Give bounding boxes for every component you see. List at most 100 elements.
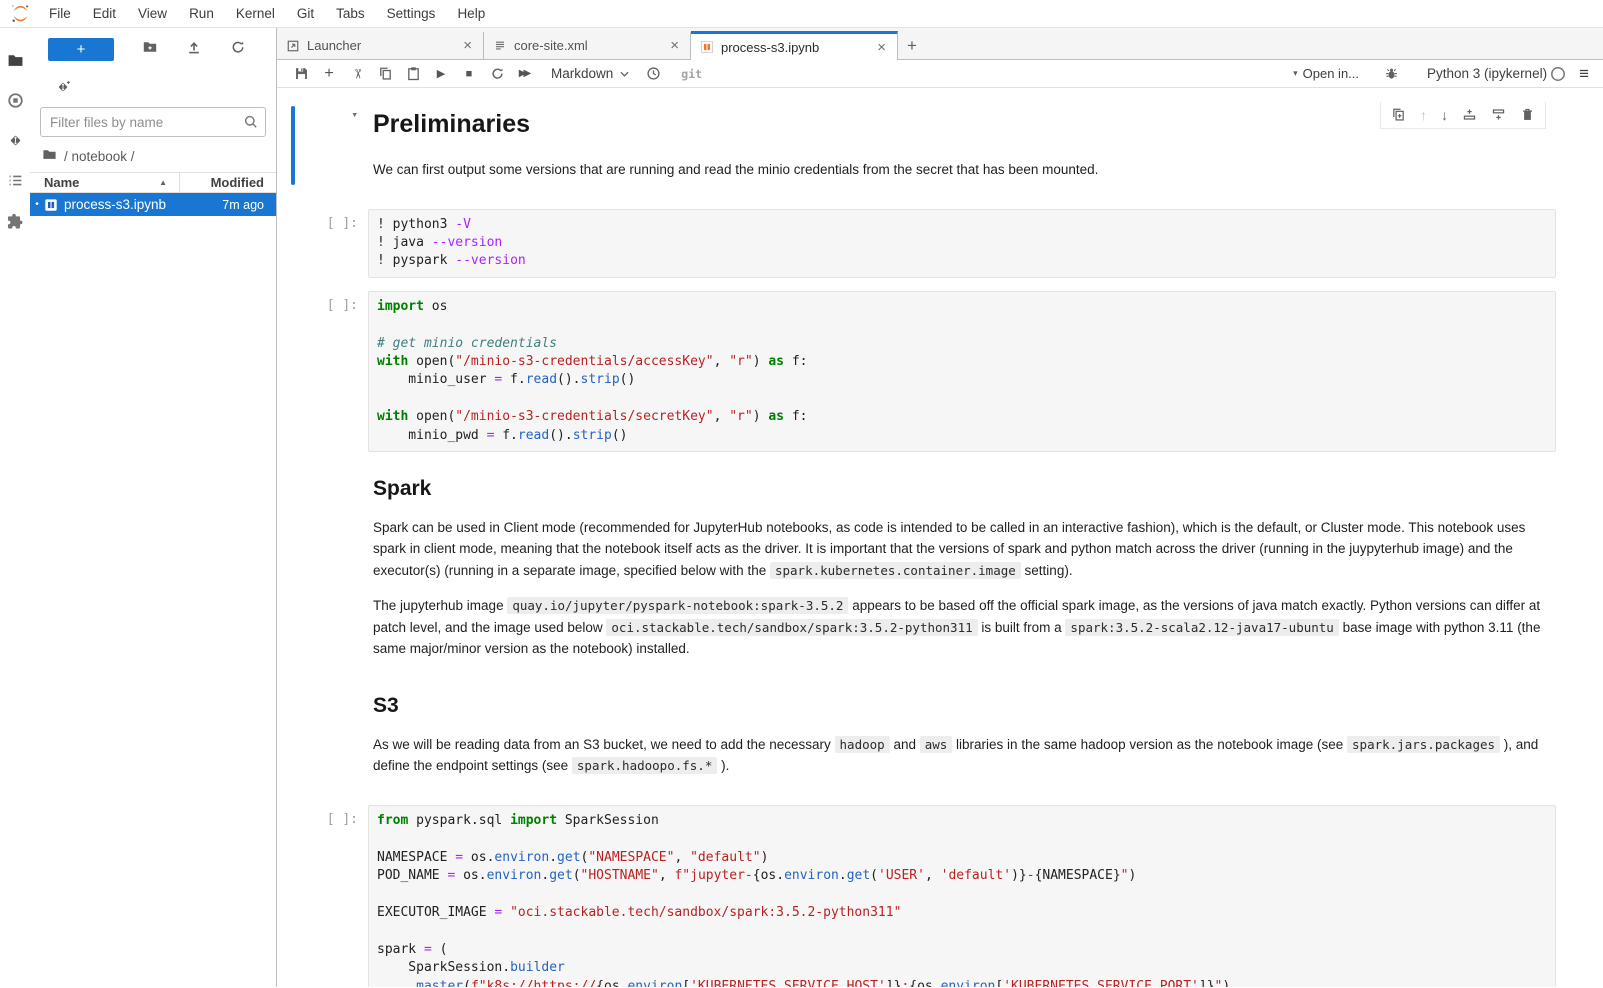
paragraph-s3-1: As we will be reading data from an S3 bu… <box>373 734 1556 777</box>
insert-cell-above-icon[interactable] <box>1462 107 1477 122</box>
move-cell-down-icon[interactable]: ↓ <box>1441 108 1448 122</box>
save-icon[interactable] <box>287 60 315 88</box>
paragraph-spark-1: Spark can be used in Client mode (recomm… <box>373 517 1556 582</box>
cell-prompt-area <box>291 688 368 791</box>
folder-icon <box>42 147 57 165</box>
file-modified: 7m ago <box>222 198 276 212</box>
running-sessions-icon[interactable] <box>0 80 30 120</box>
tab-process-s3-ipynb[interactable]: process-s3.ipynb × <box>691 31 898 60</box>
new-launcher-button[interactable]: + <box>48 38 114 61</box>
paste-cells-icon[interactable] <box>399 60 427 88</box>
file-list-header: Name ▲ Modified <box>30 172 276 193</box>
file-browser-toolbar: + <box>30 28 276 61</box>
code-cell-versions: [ ]: ! python3 -V! java --version! pyspa… <box>291 209 1556 278</box>
file-browser-icon[interactable] <box>0 40 30 80</box>
cell-toolbar: ↑ ↓ <box>1380 102 1546 129</box>
file-text-icon <box>493 39 507 53</box>
code-cell-spark-session: [ ]: from pyspark.sql import SparkSessio… <box>291 805 1556 987</box>
notebook-file-icon <box>44 198 58 212</box>
heading-spark: Spark <box>373 477 1556 501</box>
duplicate-cell-icon[interactable] <box>1391 107 1406 122</box>
left-activity-bar <box>0 28 30 987</box>
code-editor-versions[interactable]: ! python3 -V! java --version! pyspark --… <box>368 209 1556 278</box>
add-tab-button[interactable]: + <box>907 37 917 54</box>
new-folder-icon[interactable] <box>142 39 158 60</box>
open-in-dropdown[interactable]: ▾ Open in... <box>1293 66 1359 81</box>
cell-collapser-icon[interactable]: ▾ <box>351 108 358 121</box>
file-row-selected[interactable]: • process-s3.ipynb 7m ago <box>30 193 276 216</box>
file-name: process-s3.ipynb <box>64 197 222 212</box>
copy-cells-icon[interactable] <box>371 60 399 88</box>
dock-tab-bar: Launcher × core-site.xml × process-s3.ip… <box>277 28 1603 60</box>
paragraph-spark-2: The jupyterhub image quay.io/jupyter/pys… <box>373 595 1556 660</box>
extensions-icon[interactable] <box>0 200 30 240</box>
cell-prompt-area: ▾ <box>291 100 368 195</box>
column-name[interactable]: Name ▲ <box>30 173 180 192</box>
cell-prompt: [ ]: <box>291 291 368 452</box>
restart-kernel-icon[interactable] <box>483 60 511 88</box>
menu-settings[interactable]: Settings <box>376 6 447 21</box>
cell-prompt-area <box>291 465 368 674</box>
cell-type-dropdown[interactable]: Markdown <box>551 66 629 81</box>
execution-time-icon[interactable] <box>639 60 667 88</box>
menu-file[interactable]: File <box>38 6 82 21</box>
menu-help[interactable]: Help <box>446 6 496 21</box>
file-browser-panel: + <box>30 28 277 987</box>
tab-launcher[interactable]: Launcher × <box>277 32 484 59</box>
upload-icon[interactable] <box>186 39 202 60</box>
menu-view[interactable]: View <box>127 6 178 21</box>
git-clone-row <box>30 61 276 95</box>
search-icon <box>243 114 259 135</box>
chevron-down-icon <box>620 71 629 77</box>
code-cell-credentials: [ ]: import os # get minio credentialswi… <box>291 291 1556 452</box>
run-cell-icon[interactable]: ▶ <box>427 60 455 88</box>
breadcrumb[interactable]: / notebook / <box>30 137 276 172</box>
markdown-cell-preliminaries: ▾ Preliminaries We can first output some… <box>291 100 1556 195</box>
menu-edit[interactable]: Edit <box>82 6 127 21</box>
insert-cell-icon[interactable]: + <box>315 60 343 88</box>
tab-core-site-xml[interactable]: core-site.xml × <box>484 32 691 59</box>
cell-prompt: [ ]: <box>291 805 368 987</box>
menu-git[interactable]: Git <box>286 6 325 21</box>
git-toolbar-label[interactable]: git <box>681 67 702 81</box>
unsaved-dot: • <box>30 199 44 210</box>
notebook-toolbar: + ✂ ▶ ■ ▶▶ Markdown git ▾ <box>277 60 1603 88</box>
table-of-contents-icon[interactable] <box>0 160 30 200</box>
kernel-name-button[interactable]: Python 3 (ipykernel) <box>1427 66 1547 81</box>
filter-files-box <box>40 107 266 137</box>
refresh-icon[interactable] <box>230 39 246 60</box>
delete-cell-icon[interactable] <box>1520 107 1535 122</box>
menu-kernel[interactable]: Kernel <box>225 6 286 21</box>
menu-tabs[interactable]: Tabs <box>325 6 376 21</box>
git-icon[interactable] <box>0 120 30 160</box>
column-modified[interactable]: Modified <box>180 175 276 190</box>
cell-selection-bar[interactable] <box>291 106 295 185</box>
filter-files-input[interactable] <box>40 107 266 137</box>
close-tab-icon[interactable]: × <box>874 39 889 56</box>
menu-bar: File Edit View Run Kernel Git Tabs Setti… <box>0 0 1603 28</box>
cut-cells-icon[interactable]: ✂ <box>343 60 371 88</box>
restart-run-all-icon[interactable]: ▶▶ <box>511 60 539 88</box>
cell-prompt: [ ]: <box>291 209 368 278</box>
close-tab-icon[interactable]: × <box>460 37 475 54</box>
kernel-status-icon <box>1547 60 1569 88</box>
caret-down-icon: ▾ <box>1293 68 1298 79</box>
notebook-icon <box>700 40 714 54</box>
launcher-icon <box>286 39 300 53</box>
code-editor-spark-session[interactable]: from pyspark.sql import SparkSession NAM… <box>368 805 1556 987</box>
close-tab-icon[interactable]: × <box>667 37 682 54</box>
sort-ascending-icon: ▲ <box>159 178 167 187</box>
paragraph-preliminaries: We can first output some versions that a… <box>373 159 1556 181</box>
interrupt-kernel-icon[interactable]: ■ <box>455 60 483 88</box>
git-clone-icon[interactable] <box>55 83 72 100</box>
markdown-cell-s3: S3 As we will be reading data from an S3… <box>291 688 1556 791</box>
menu-run[interactable]: Run <box>178 6 225 21</box>
heading-preliminaries: Preliminaries <box>373 110 1556 139</box>
code-editor-credentials[interactable]: import os # get minio credentialswith op… <box>368 291 1556 452</box>
notebook-menu-icon[interactable]: ≡ <box>1579 64 1589 84</box>
insert-cell-below-icon[interactable] <box>1491 107 1506 122</box>
debugger-bug-icon[interactable] <box>1377 60 1405 88</box>
jupyter-logo-icon <box>9 2 32 25</box>
move-cell-up-icon[interactable]: ↑ <box>1420 108 1427 122</box>
notebook-panel: ▾ Preliminaries We can first output some… <box>277 88 1603 987</box>
